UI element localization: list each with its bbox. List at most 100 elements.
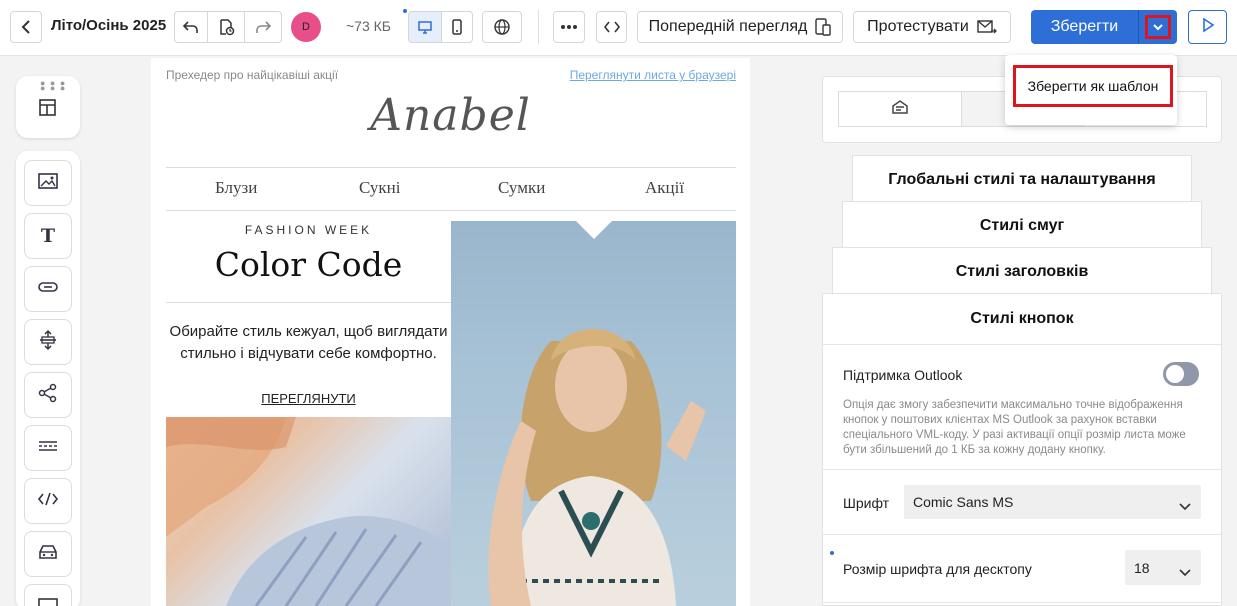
outlook-support-description: Опція дає змогу забезпечити максимально … <box>843 399 1186 456</box>
save-button-group: Зберегти <box>1031 10 1177 44</box>
chevron-down-icon <box>1152 18 1164 36</box>
toolbar-divider <box>538 10 539 44</box>
save-as-template-item[interactable]: Зберегти як шаблон <box>1013 65 1173 107</box>
button-styles-panel: Стилі кнопок Підтримка Outlook Опція дає… <box>822 293 1222 606</box>
font-label: Шрифт <box>843 495 890 511</box>
view-in-browser-link[interactable]: Переглянути листа у браузері <box>570 68 736 82</box>
social-share-icon <box>38 383 58 408</box>
save-dropdown-menu: Зберегти як шаблон <box>1005 55 1177 125</box>
change-indicator <box>403 9 407 13</box>
nav-item-blouses[interactable]: Блузи <box>215 178 257 198</box>
document-history-icon <box>217 18 235 36</box>
block-tools: T <box>16 151 80 606</box>
photo-notch <box>576 221 612 239</box>
product-block-tool[interactable] <box>24 531 72 577</box>
eyebrow-text[interactable]: FASHION WEEK <box>166 223 451 237</box>
language-button[interactable] <box>482 11 522 43</box>
document-title[interactable]: Літо/Осінь 2025 <box>51 17 166 34</box>
nav-item-sales[interactable]: Акції <box>645 178 684 198</box>
preview-label: Попередній перегляд <box>648 18 808 35</box>
chevron-left-icon <box>19 19 33 35</box>
nav-item-bags[interactable]: Сумки <box>498 178 545 198</box>
save-dropdown-highlight <box>1145 15 1171 39</box>
section-stripe-styles[interactable]: Стилі смуг <box>842 201 1202 251</box>
drag-handle-icon[interactable]: ● ● ● ● ● ● <box>40 79 66 93</box>
desktop-icon <box>417 19 433 35</box>
video-block-tool[interactable] <box>24 584 72 606</box>
headline-divider <box>166 302 451 303</box>
button-icon <box>37 280 59 298</box>
button-block-tool[interactable] <box>24 266 72 312</box>
spacer-block-tool[interactable] <box>24 319 72 365</box>
view-cta-link[interactable]: ПЕРЕГЛЯНУТИ <box>166 391 451 406</box>
mailbox-icon <box>890 98 910 121</box>
test-label: Протестувати <box>867 18 969 35</box>
desktop-view-button[interactable] <box>408 11 442 43</box>
video-icon <box>37 596 59 606</box>
structures-panel-button[interactable]: ● ● ● ● ● ● <box>16 76 80 138</box>
test-send-button[interactable]: Протестувати <box>853 11 1011 43</box>
description-text[interactable]: Обирайте стиль кежуал, щоб виглядати сти… <box>166 321 451 365</box>
text-icon: T <box>40 225 56 247</box>
mobile-icon <box>451 19 463 35</box>
redo-button[interactable] <box>244 11 282 43</box>
back-button[interactable] <box>10 11 42 43</box>
outlook-support-toggle[interactable] <box>1163 362 1199 386</box>
headline[interactable]: Color Code <box>166 245 451 284</box>
chevron-down-icon <box>1179 498 1191 514</box>
globe-icon <box>493 18 511 36</box>
social-block-tool[interactable] <box>24 372 72 418</box>
spacer-icon <box>37 329 59 356</box>
email-canvas[interactable]: Прехедер про найцікавіші акції Перегляну… <box>151 58 750 606</box>
row-divider <box>823 534 1221 535</box>
undo-button[interactable] <box>174 11 208 43</box>
font-select-value: Comic Sans MS <box>913 494 1014 510</box>
image-block-tool[interactable] <box>24 160 72 206</box>
code-button[interactable] <box>596 11 627 43</box>
menu-icon <box>37 439 59 458</box>
product-icon <box>37 543 59 566</box>
nav-item-dresses[interactable]: Сукні <box>359 178 401 198</box>
chevron-down-icon <box>1179 564 1191 580</box>
nav-top-divider <box>166 167 736 168</box>
row-divider <box>823 469 1221 470</box>
text-block-tool[interactable]: T <box>24 213 72 259</box>
toggle-knob <box>1166 365 1184 383</box>
brand-logo[interactable]: Anabel <box>151 90 750 141</box>
font-size-label: Розмір шрифта для десктопу <box>843 561 1032 577</box>
menu-block-tool[interactable] <box>24 425 72 471</box>
tab-appearance[interactable] <box>839 92 962 126</box>
more-button[interactable] <box>553 11 585 43</box>
mobile-view-button[interactable] <box>441 11 473 43</box>
run-button[interactable] <box>1188 10 1227 44</box>
user-avatar[interactable]: D <box>291 12 321 42</box>
row-divider <box>823 602 1221 603</box>
redo-icon <box>254 18 272 36</box>
model-photo-left[interactable] <box>166 417 451 606</box>
mail-send-icon <box>977 19 997 35</box>
history-button[interactable] <box>207 11 245 43</box>
preview-button[interactable]: Попередній перегляд <box>637 11 843 43</box>
play-icon <box>1201 17 1215 38</box>
section-button-styles[interactable]: Стилі кнопок <box>823 294 1221 344</box>
preheader-text[interactable]: Прехедер про найцікавіші акції <box>166 68 338 82</box>
save-button[interactable]: Зберегти <box>1031 10 1139 44</box>
nav-bottom-divider <box>166 210 736 211</box>
font-select[interactable]: Comic Sans MS <box>904 485 1201 519</box>
change-indicator <box>830 551 834 555</box>
font-size-value: 18 <box>1134 559 1150 576</box>
devices-icon <box>815 18 832 36</box>
image-icon <box>37 172 59 195</box>
model-photo-right[interactable] <box>451 221 736 606</box>
outlook-support-label: Підтримка Outlook <box>843 367 963 383</box>
html-block-tool[interactable] <box>24 478 72 524</box>
email-size: ~73 КБ <box>346 18 391 34</box>
layout-blocks-icon <box>37 97 59 124</box>
section-divider <box>823 344 1221 345</box>
section-heading-styles[interactable]: Стилі заголовків <box>832 247 1212 297</box>
font-size-select[interactable]: 18 <box>1125 550 1201 585</box>
code-icon <box>603 20 620 34</box>
top-toolbar: Літо/Осінь 2025 D ~73 КБ Попередній пере… <box>0 0 1237 56</box>
save-dropdown-button[interactable] <box>1139 10 1177 44</box>
section-global-styles[interactable]: Глобальні стилі та налаштування <box>852 155 1192 205</box>
